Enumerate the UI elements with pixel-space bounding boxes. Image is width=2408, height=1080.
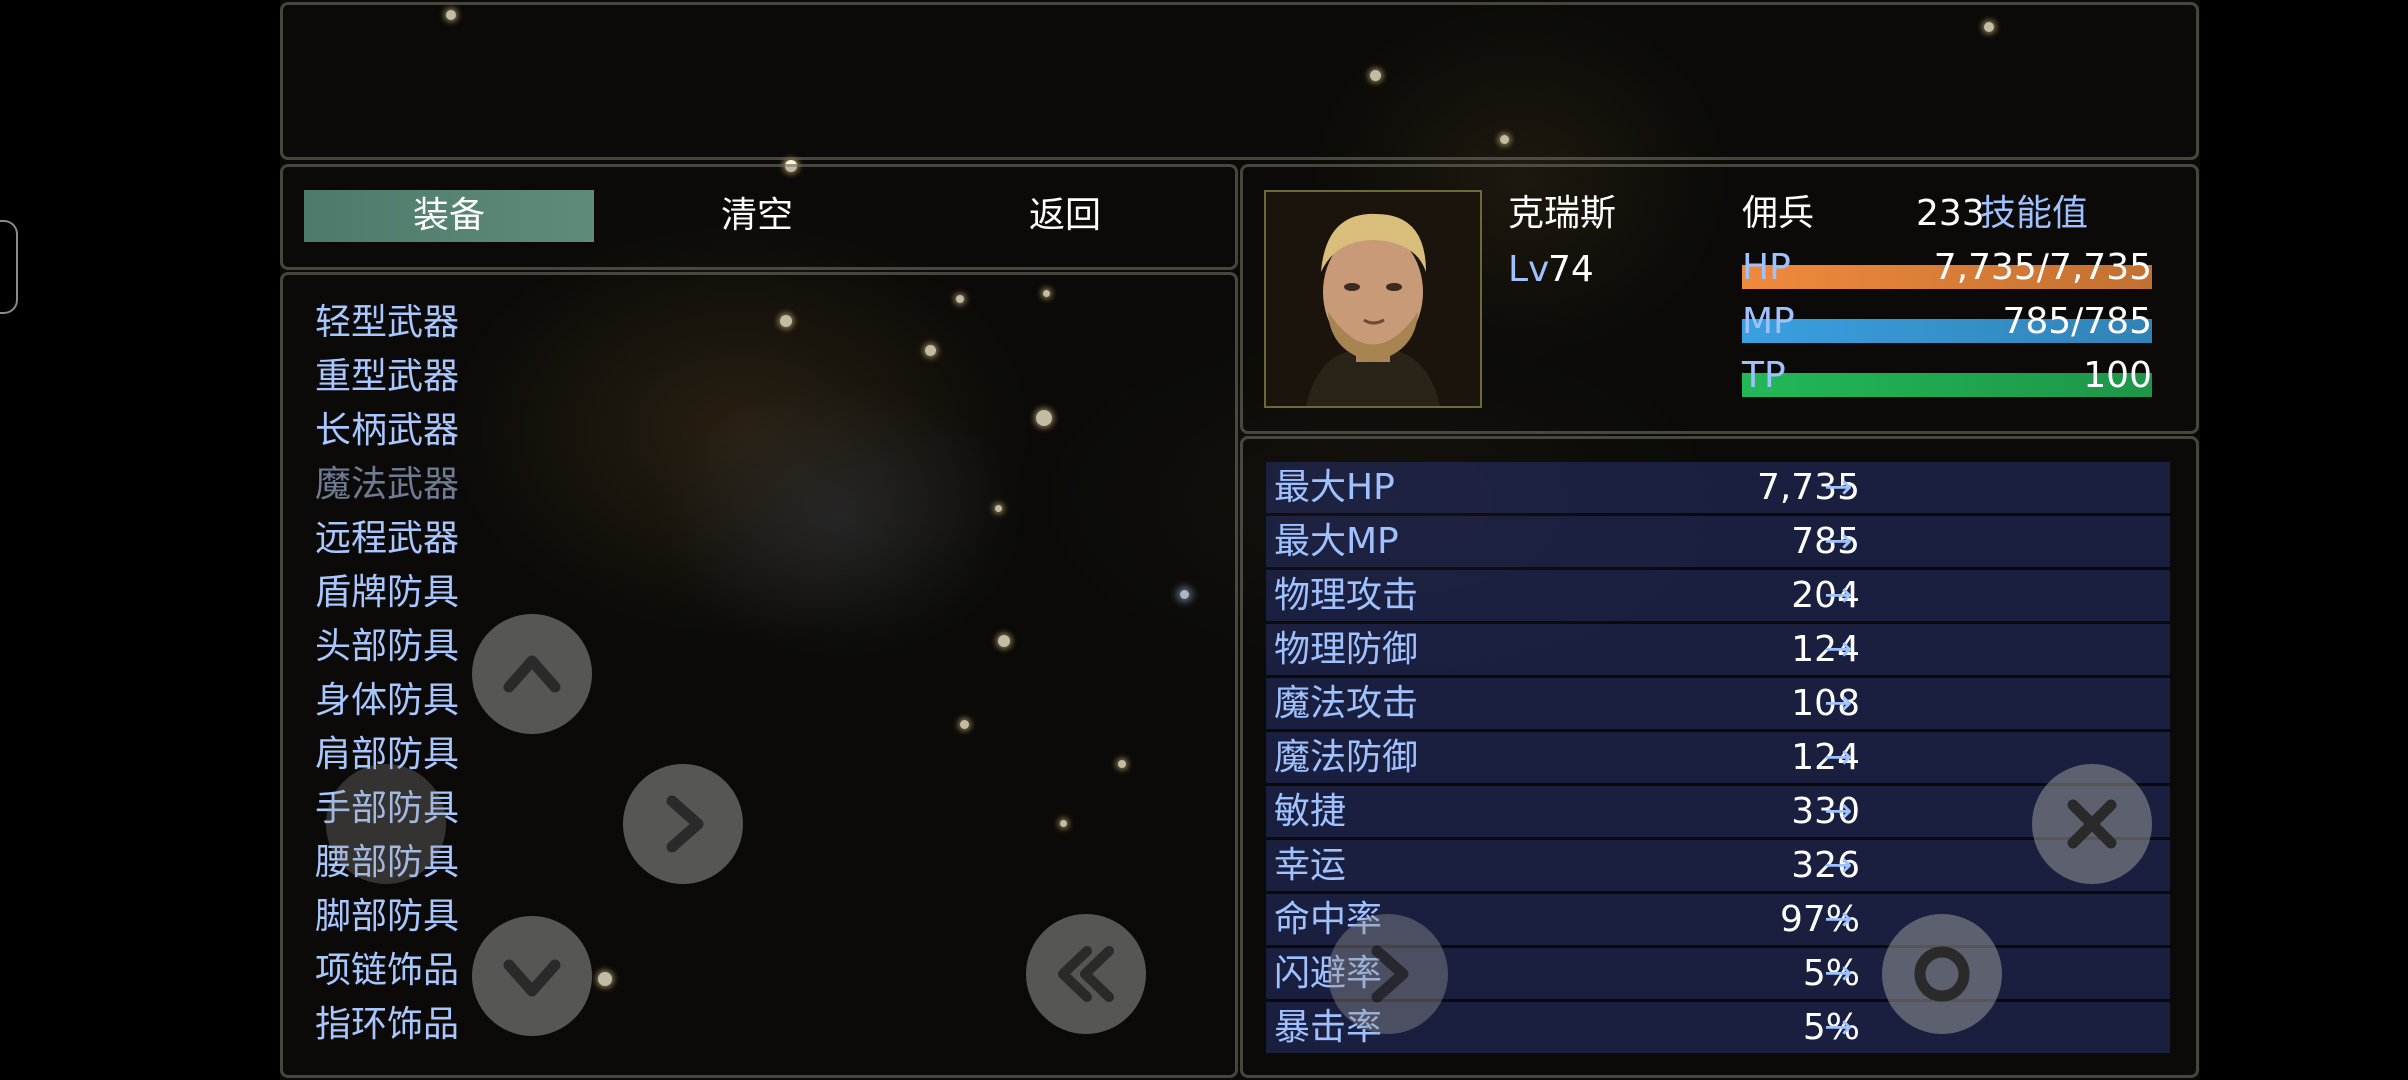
double-chevron-left-icon bbox=[1058, 946, 1114, 1002]
command-equip[interactable]: 装备 bbox=[304, 190, 594, 242]
chevron-right-icon bbox=[666, 795, 704, 853]
actor-name: 克瑞斯 bbox=[1508, 193, 1617, 234]
skill-points-label: 技能值 bbox=[1980, 193, 2089, 234]
parameter-name: 物理攻击 bbox=[1274, 575, 1419, 616]
chevron-right-icon bbox=[1371, 945, 1409, 1003]
right-arrow-icon: → bbox=[1824, 737, 1853, 777]
parameter-row: 最大MP 785 → bbox=[1266, 516, 2170, 567]
page-next-button[interactable] bbox=[1328, 914, 1448, 1034]
right-arrow-icon: → bbox=[1824, 845, 1853, 885]
equip-category-item[interactable]: 身体防具 bbox=[315, 674, 459, 728]
equip-category-item[interactable]: 重型武器 bbox=[315, 350, 459, 404]
right-arrow-icon: → bbox=[1824, 683, 1853, 723]
up-button[interactable] bbox=[472, 614, 592, 734]
right-arrow-icon: → bbox=[1824, 629, 1853, 669]
side-menu-tab[interactable] bbox=[0, 220, 18, 314]
parameter-name: 魔法防御 bbox=[1274, 737, 1419, 778]
ok-button[interactable] bbox=[1882, 914, 2002, 1034]
parameter-row: 最大HP 7,735 → bbox=[1266, 462, 2170, 513]
right-button[interactable] bbox=[623, 764, 743, 884]
actor-level: 74 bbox=[1548, 249, 1594, 290]
help-window bbox=[280, 2, 2199, 160]
close-icon bbox=[2067, 799, 2117, 849]
mp-value: 785/785 bbox=[2002, 301, 2152, 342]
hp-label: HP bbox=[1742, 247, 1791, 288]
equip-category-item[interactable]: 盾牌防具 bbox=[315, 566, 459, 620]
command-clear[interactable]: 清空 bbox=[612, 190, 902, 242]
parameter-name: 最大HP bbox=[1274, 467, 1395, 508]
equip-category-item[interactable]: 轻型武器 bbox=[315, 296, 459, 350]
down-button[interactable] bbox=[472, 916, 592, 1036]
parameter-row: 魔法攻击 108 → bbox=[1266, 678, 2170, 729]
parameter-name: 敏捷 bbox=[1274, 791, 1347, 832]
page-back-button[interactable] bbox=[1026, 914, 1146, 1034]
right-arrow-icon: → bbox=[1824, 953, 1853, 993]
equip-category-item[interactable]: 脚部防具 bbox=[315, 890, 459, 944]
equip-category-item[interactable]: 项链饰品 bbox=[315, 944, 459, 998]
equip-category-item[interactable]: 头部防具 bbox=[315, 620, 459, 674]
actor-class: 佣兵 bbox=[1742, 193, 1815, 234]
tp-label: TP bbox=[1742, 355, 1786, 396]
cancel-button[interactable] bbox=[2032, 764, 2152, 884]
equip-category-item[interactable]: 长柄武器 bbox=[315, 404, 459, 458]
parameter-row: 魔法防御 124 → bbox=[1266, 732, 2170, 783]
chevron-down-icon bbox=[503, 959, 561, 997]
equip-category-item[interactable]: 远程武器 bbox=[315, 512, 459, 566]
right-arrow-icon: → bbox=[1824, 791, 1853, 831]
command-back[interactable]: 返回 bbox=[920, 190, 1210, 242]
equip-category-item[interactable]: 指环饰品 bbox=[315, 998, 459, 1052]
parameter-name: 最大MP bbox=[1274, 521, 1399, 562]
circle-icon bbox=[1914, 946, 1970, 1002]
actor-portrait bbox=[1264, 190, 1482, 408]
level-label: Lv bbox=[1508, 249, 1550, 290]
right-arrow-icon: → bbox=[1824, 575, 1853, 615]
skill-points-value: 233 bbox=[1916, 193, 1985, 234]
hp-value: 7,735/7,735 bbox=[1933, 247, 2152, 288]
right-arrow-icon: → bbox=[1824, 467, 1853, 507]
equip-category-item[interactable]: 魔法武器 bbox=[315, 458, 459, 512]
parameter-name: 魔法攻击 bbox=[1274, 683, 1419, 724]
parameter-row: 幸运 326 → bbox=[1266, 840, 2170, 891]
chevron-up-icon bbox=[503, 655, 561, 693]
parameter-name: 物理防御 bbox=[1274, 629, 1419, 670]
right-arrow-icon: → bbox=[1824, 899, 1853, 939]
right-arrow-icon: → bbox=[1824, 1007, 1853, 1047]
parameter-name: 幸运 bbox=[1274, 845, 1347, 886]
tp-value: 100 bbox=[2083, 355, 2152, 396]
mp-label: MP bbox=[1742, 301, 1795, 342]
right-arrow-icon: → bbox=[1824, 521, 1853, 561]
parameter-row: 物理攻击 204 → bbox=[1266, 570, 2170, 621]
left-button[interactable] bbox=[326, 764, 446, 884]
parameter-row: 物理防御 124 → bbox=[1266, 624, 2170, 675]
